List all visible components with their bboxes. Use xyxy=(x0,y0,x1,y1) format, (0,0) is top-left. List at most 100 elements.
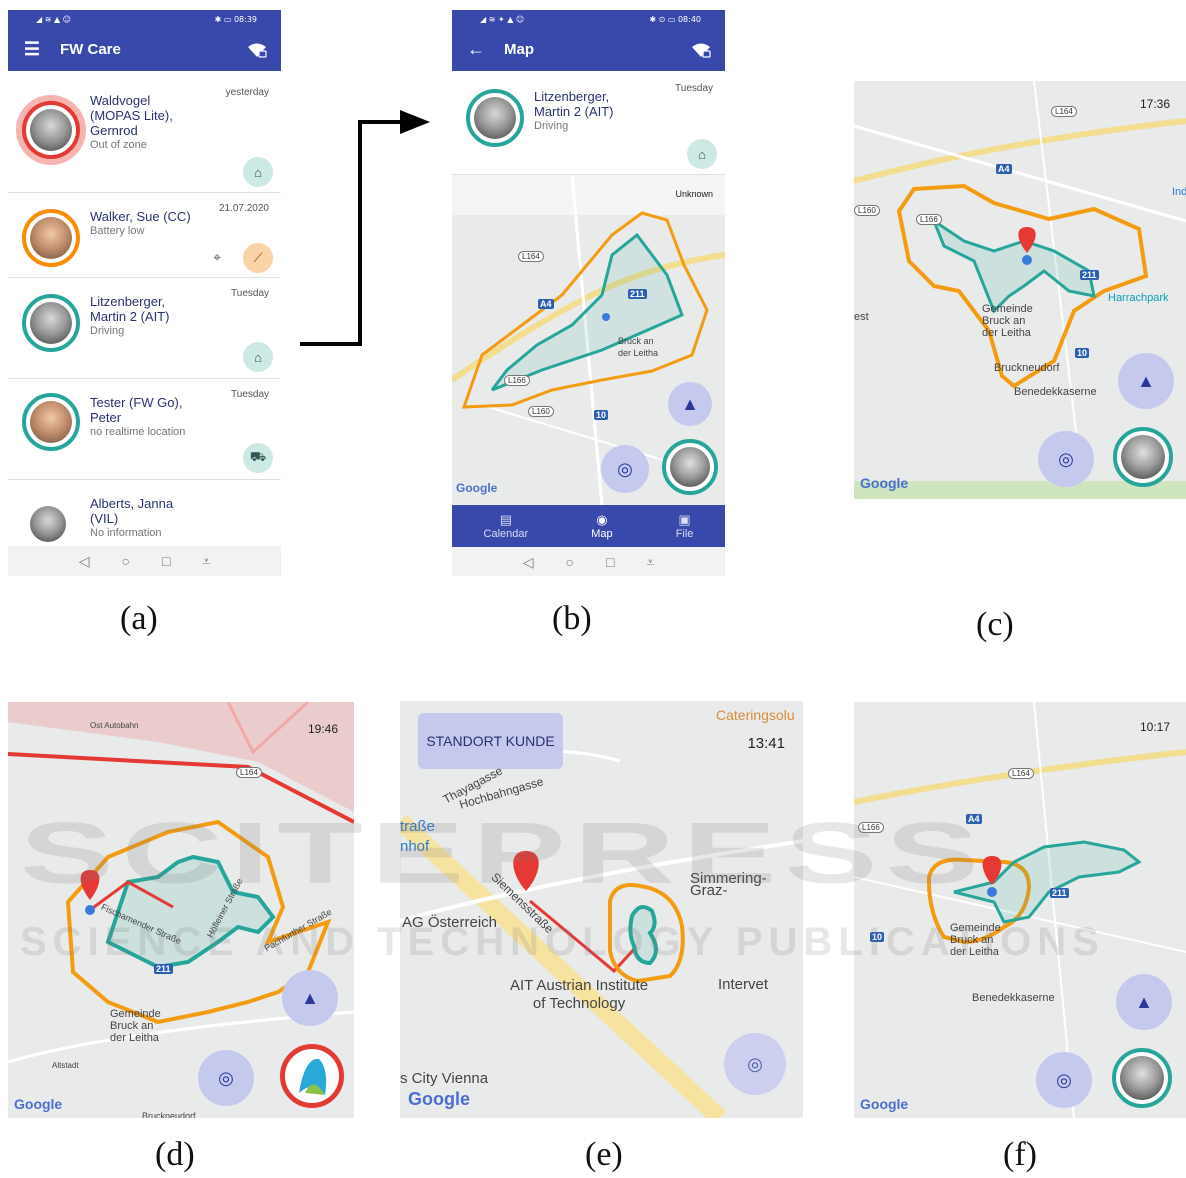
map-pin-icon: ◉ xyxy=(596,512,608,527)
road-label: L164 xyxy=(1008,768,1034,779)
status-icons-left: ◢ ≋ ▲ ☺ xyxy=(36,14,71,24)
poi-label: AIT Austrian Institute of Technology xyxy=(510,977,649,1012)
navigate-button[interactable]: ▲ xyxy=(1118,353,1174,409)
map-person-avatar[interactable] xyxy=(1112,1048,1172,1108)
wifi-lock-icon[interactable] xyxy=(247,42,267,58)
recents-icon[interactable]: □ xyxy=(606,554,614,570)
watermark: SCITEPRESS xyxy=(20,804,987,902)
list-item[interactable]: Litzenberger, Martin 2 (AIT) Driving Tue… xyxy=(8,278,281,379)
my-location-button[interactable]: ◎ xyxy=(601,445,649,493)
list-item[interactable]: Alberts, Janna (VIL) No information xyxy=(8,480,281,550)
place-label: Bruckneudorf xyxy=(994,362,1060,374)
my-location-button[interactable]: ◎ xyxy=(1036,1052,1092,1108)
list-item[interactable]: Tester (FW Go), Peter no realtime locati… xyxy=(8,379,281,480)
clock: 17:36 xyxy=(1139,97,1170,111)
map-status-label: Unknown xyxy=(675,189,713,199)
road-label: 10 xyxy=(594,410,609,420)
contact-status: No information xyxy=(90,527,162,539)
nav-label: Map xyxy=(591,528,613,540)
back-icon[interactable]: ◁ xyxy=(523,554,534,571)
poi-label: s City Vienna xyxy=(400,1070,489,1087)
my-location-button[interactable]: ◎ xyxy=(198,1050,254,1106)
road-label: 211 xyxy=(628,289,647,299)
clock: 10:17 xyxy=(1139,720,1170,734)
avatar xyxy=(22,498,74,550)
no-signal-icon[interactable]: ⟋ xyxy=(243,243,273,273)
contact-status: Battery low xyxy=(90,225,145,237)
last-seen-date: yesterday xyxy=(225,87,269,98)
nav-file[interactable]: ▣ File xyxy=(676,512,694,540)
contact-status: Driving xyxy=(534,120,569,132)
list-item[interactable]: Walker, Sue (CC) Battery low 21.07.2020 … xyxy=(8,193,281,278)
last-seen-date: Tuesday xyxy=(231,288,269,299)
app-title: FW Care xyxy=(60,41,121,58)
list-item[interactable]: Waldvogel (MOPAS Lite), Gernrod Out of z… xyxy=(8,71,281,193)
place-label: Bruckneudorf xyxy=(142,1111,196,1118)
road-label: A4 xyxy=(996,164,1012,174)
name-line: Walker, Sue (CC) xyxy=(90,209,191,224)
app-logo-avatar[interactable] xyxy=(280,1044,344,1108)
place-label: Ind xyxy=(1172,186,1186,198)
nav-map[interactable]: ◉ Map xyxy=(591,512,612,540)
caption-f: (f) xyxy=(1003,1136,1037,1173)
map-person-avatar[interactable] xyxy=(1113,427,1173,487)
road-label: L164 xyxy=(236,767,262,778)
contact-name: Waldvogel (MOPAS Lite), Gernrod Out of z… xyxy=(90,93,173,153)
notification-icon[interactable]: ⩡ xyxy=(646,554,654,571)
town-label: Gemeinde Bruck an der Leitha xyxy=(110,1008,161,1044)
road-label: 10 xyxy=(1075,348,1090,358)
my-location-button[interactable]: ◎ xyxy=(724,1033,786,1095)
map-person-avatar[interactable] xyxy=(662,439,718,495)
notification-icon[interactable]: ⩡ xyxy=(202,553,210,570)
home-circle-icon[interactable]: ○ xyxy=(121,553,129,569)
status-icons-left: ◢ ≋ ✦ ▲ ☺ xyxy=(480,14,525,24)
place-label: Benedekkaserne xyxy=(1014,386,1097,398)
vehicle-icon[interactable]: ⛟ xyxy=(243,443,273,473)
name-line: Martin 2 (AIT) xyxy=(534,104,614,119)
app-bar: ☰ FW Care xyxy=(8,28,281,71)
google-logo: Google xyxy=(14,1096,63,1112)
name-line: Litzenberger, xyxy=(534,89,610,104)
place-label: est xyxy=(854,311,869,323)
back-icon[interactable]: ◁ xyxy=(79,553,90,570)
home-icon[interactable]: ⌂ xyxy=(243,342,273,372)
contact-name: Litzenberger, Martin 2 (AIT) Driving xyxy=(90,294,169,339)
avatar xyxy=(22,101,80,159)
home-icon[interactable]: ⌂ xyxy=(243,157,273,187)
panel-c-map[interactable]: 17:36 L164 A4 L160 L166 211 10 Gemeinde B… xyxy=(854,81,1186,499)
avatar xyxy=(22,294,80,352)
recents-icon[interactable]: □ xyxy=(162,553,170,569)
navigate-button[interactable]: ▲ xyxy=(1116,974,1172,1030)
name-line: (VIL) xyxy=(90,511,119,526)
folder-icon: ▣ xyxy=(678,512,691,527)
nav-calendar[interactable]: ▤ Calendar xyxy=(484,512,529,540)
panel-d-map[interactable]: 19:46 Ost Autobahn L164 Fischamender Str… xyxy=(8,702,354,1118)
home-circle-icon[interactable]: ○ xyxy=(565,554,573,570)
contact-status: no realtime location xyxy=(90,426,186,438)
bottom-navigation: ▤ Calendar ◉ Map ▣ File xyxy=(452,505,725,547)
navigate-button[interactable]: ▲ xyxy=(282,970,338,1026)
name-line: Martin 2 (AIT) xyxy=(90,309,170,324)
app-bar: ← Map xyxy=(452,28,725,71)
map-view[interactable]: L164 A4 211 L166 L160 10 Unknown Bruck a… xyxy=(452,175,725,505)
wifi-lock-icon[interactable] xyxy=(691,42,711,58)
road-label: L166 xyxy=(916,214,942,225)
panel-f-map[interactable]: 10:17 L164 A4 L166 211 10 Gemeinde Bruck … xyxy=(854,702,1186,1118)
panel-b-phone: ◢ ≋ ✦ ▲ ☺ ✱ ⊙ ▭ 08:40 ← Map Litzenberger… xyxy=(452,10,725,576)
back-arrow-icon[interactable]: ← xyxy=(466,39,486,60)
caption-e: (e) xyxy=(585,1136,623,1173)
menu-icon[interactable]: ☰ xyxy=(22,39,42,60)
name-line: Peter xyxy=(90,410,122,425)
panel-e-map[interactable]: STANDORT KUNDE 13:41 Cateringsolu Thayag… xyxy=(400,701,803,1118)
navigate-button[interactable]: ▲ xyxy=(668,382,712,426)
road-label: L160 xyxy=(854,205,880,216)
app-title: Map xyxy=(504,41,534,58)
my-location-button[interactable]: ◎ xyxy=(1038,431,1094,487)
flow-arrow xyxy=(300,110,430,346)
road-label: L166 xyxy=(504,375,530,386)
last-seen-date: Tuesday xyxy=(231,389,269,400)
standort-kunde-button[interactable]: STANDORT KUNDE xyxy=(418,713,563,769)
poi-label: Cateringsolu xyxy=(716,707,795,723)
home-icon[interactable]: ⌂ xyxy=(687,139,717,169)
gps-off-icon[interactable]: ⌖ xyxy=(213,249,221,266)
